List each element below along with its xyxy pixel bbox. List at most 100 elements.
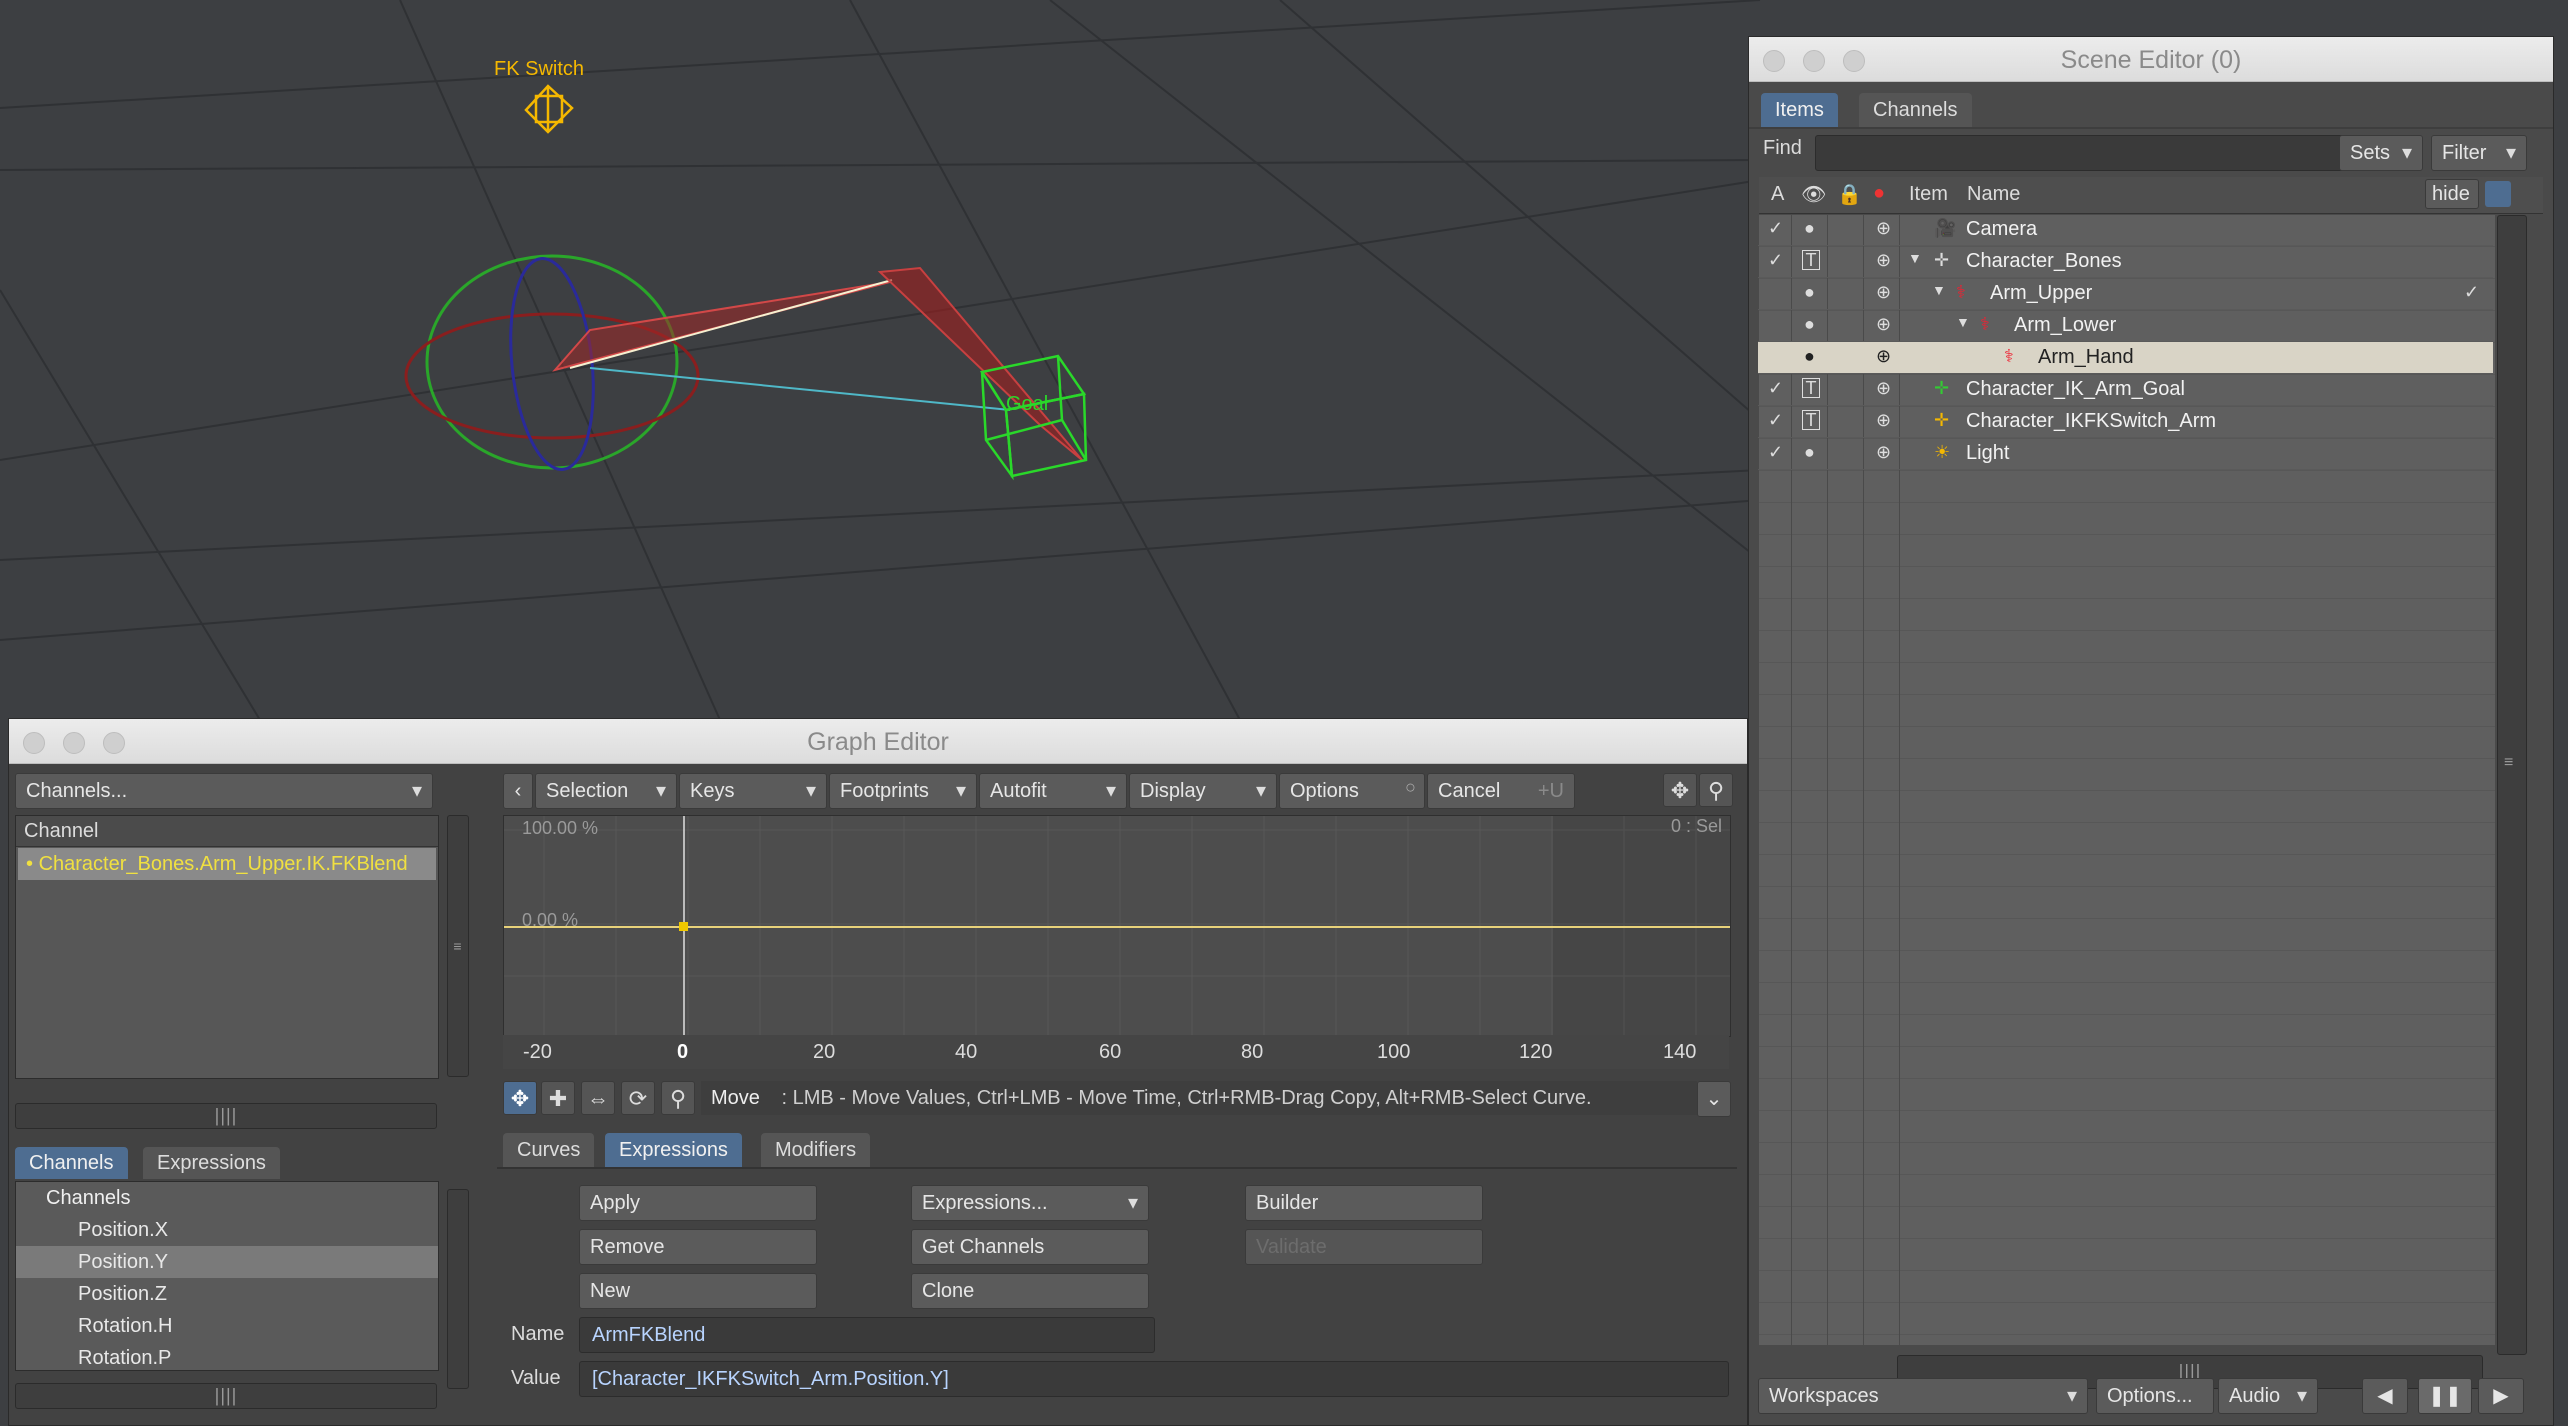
channels-tree[interactable]: Channels Position.X Position.Y Position.… <box>15 1181 439 1371</box>
pause-icon[interactable]: ❚❚ <box>2418 1378 2472 1414</box>
validate-button[interactable]: Validate <box>1245 1229 1483 1265</box>
visibility-icon[interactable]: T <box>1802 410 1820 430</box>
graph-editor-titlebar[interactable]: Graph Editor <box>9 719 1747 764</box>
hide-button[interactable]: hide <box>2425 179 2479 209</box>
active-check-icon[interactable]: ✓ <box>1768 378 1783 399</box>
list-item[interactable]: ● ⊕ ▼ ⚕ Arm_Upper ✓ <box>1758 278 2493 310</box>
tab-expressions[interactable]: Expressions <box>143 1147 280 1179</box>
visibility-icon[interactable]: T <box>1802 250 1820 270</box>
display-menu[interactable]: Display <box>1129 773 1277 809</box>
selection-menu[interactable]: Selection <box>535 773 677 809</box>
zoom-icon[interactable]: ⚲ <box>1699 773 1733 807</box>
col-name-header[interactable]: Name <box>1967 183 2020 206</box>
apply-button[interactable]: Apply <box>579 1185 817 1221</box>
remove-button[interactable]: Remove <box>579 1229 817 1265</box>
list-item[interactable]: ✓ ● ⊕ ☀ Light <box>1758 438 2493 470</box>
col-active-header[interactable]: A <box>1771 183 1784 206</box>
active-check-icon[interactable]: ✓ <box>1768 410 1783 431</box>
scroll-grip-icon[interactable]: ≡ <box>2504 755 2513 771</box>
channel-bin-hscroll[interactable]: |||| <box>15 1103 437 1129</box>
tab-channels[interactable]: Channels <box>15 1147 128 1179</box>
scroll-grip-icon[interactable]: ≡ <box>453 938 462 954</box>
scene-list-vscroll[interactable]: ≡ <box>2497 215 2527 1355</box>
channels-tree-vscroll[interactable] <box>447 1189 469 1389</box>
expressions-dropdown[interactable]: Expressions... <box>911 1185 1149 1221</box>
footprints-menu[interactable]: Footprints <box>829 773 977 809</box>
tab-items[interactable]: Items <box>1761 93 1838 127</box>
scene-editor-titlebar[interactable]: Scene Editor (0) <box>1749 37 2553 82</box>
tab-curves[interactable]: Curves <box>503 1133 595 1167</box>
target-icon[interactable]: ⊕ <box>1876 282 1891 303</box>
color-icon[interactable]: ● <box>1873 182 1885 205</box>
play-reverse-icon[interactable]: ◀ <box>2362 1378 2408 1414</box>
visibility-icon[interactable]: ● <box>1804 218 1815 239</box>
eye-icon[interactable]: 👁 <box>1801 182 1826 207</box>
list-item[interactable]: Rotation.H <box>16 1310 438 1342</box>
tab-modifiers[interactable]: Modifiers <box>761 1133 871 1167</box>
workspaces-dropdown[interactable]: Workspaces <box>1758 1378 2088 1414</box>
sets-dropdown[interactable]: Sets <box>2339 135 2423 171</box>
visibility-icon[interactable]: ● <box>1804 314 1815 335</box>
new-button[interactable]: New <box>579 1273 817 1309</box>
stretch-icon[interactable]: ⇔ <box>581 1081 615 1115</box>
target-icon[interactable]: ⊕ <box>1876 346 1891 367</box>
expand-arrow-icon[interactable]: ▼ <box>1908 250 1922 266</box>
keys-menu[interactable]: Keys <box>679 773 827 809</box>
lock-icon[interactable]: 🔒 <box>1837 182 1862 207</box>
layout-toggle-icon[interactable] <box>2485 181 2511 207</box>
cancel-button[interactable]: Cancel +U <box>1427 773 1575 809</box>
expand-arrow-icon[interactable]: ▼ <box>1932 282 1946 298</box>
channels-tree-hscroll[interactable]: |||| <box>15 1383 437 1409</box>
options-button[interactable]: Options... <box>2096 1378 2214 1414</box>
hscroll-grip-icon[interactable]: |||| <box>215 1106 238 1127</box>
move-tool-icon[interactable]: ✥ <box>503 1081 537 1115</box>
expression-value-input[interactable] <box>579 1361 1729 1397</box>
expression-name-input[interactable] <box>579 1317 1155 1353</box>
channel-bin-vscroll[interactable]: ≡ <box>447 815 469 1077</box>
visibility-icon[interactable]: ● <box>1804 442 1815 463</box>
find-input[interactable] <box>1815 135 2381 171</box>
channel-item[interactable]: • Character_Bones.Arm_Upper.IK.FKBlend <box>18 848 436 880</box>
target-icon[interactable]: ⊕ <box>1876 442 1891 463</box>
graph-canvas[interactable] <box>504 816 1730 1036</box>
zoom-tool-icon[interactable]: ⚲ <box>661 1081 695 1115</box>
get-channels-button[interactable]: Get Channels <box>911 1229 1149 1265</box>
channel-bin[interactable]: Channel • Character_Bones.Arm_Upper.IK.F… <box>15 815 439 1079</box>
list-item[interactable]: ● ⊕ ⚕ Arm_Hand <box>1758 342 2493 374</box>
filter-dropdown[interactable]: Filter <box>2431 135 2527 171</box>
builder-button[interactable]: Builder <box>1245 1185 1483 1221</box>
col-item-header[interactable]: Item <box>1909 183 1948 206</box>
list-item[interactable]: Rotation.P <box>16 1342 438 1370</box>
visibility-icon[interactable]: ● <box>1804 346 1815 367</box>
add-key-icon[interactable]: ✚ <box>541 1081 575 1115</box>
list-item[interactable]: ✓ T ⊕ ✛ Character_IKFKSwitch_Arm <box>1758 406 2493 438</box>
expand-arrow-icon[interactable]: ▼ <box>1956 314 1970 330</box>
target-icon[interactable]: ⊕ <box>1876 250 1891 271</box>
target-icon[interactable]: ⊕ <box>1876 378 1891 399</box>
list-item[interactable]: ✓ T ⊕ ✛ Character_IK_Arm_Goal <box>1758 374 2493 406</box>
active-check-icon[interactable]: ✓ <box>1768 442 1783 463</box>
visibility-icon[interactable]: ● <box>1804 282 1815 303</box>
visibility-icon[interactable]: T <box>1802 378 1820 398</box>
play-icon[interactable]: ▶ <box>2478 1378 2524 1414</box>
list-item[interactable]: ● ⊕ ▼ ⚕ Arm_Lower <box>1758 310 2493 342</box>
back-arrow-icon[interactable]: ‹ <box>503 773 533 809</box>
list-item[interactable]: Position.Z <box>16 1278 438 1310</box>
audio-dropdown[interactable]: Audio <box>2218 1378 2318 1414</box>
list-item[interactable]: ✓ ● ⊕ 🎥 Camera <box>1758 214 2493 246</box>
list-item[interactable]: Position.Y <box>16 1246 438 1278</box>
rotate-icon[interactable]: ⟳ <box>621 1081 655 1115</box>
time-ruler[interactable]: -20 0 20 40 60 80 100 120 140 <box>503 1035 1729 1069</box>
list-item[interactable]: Position.X <box>16 1214 438 1246</box>
target-icon[interactable]: ⊕ <box>1876 410 1891 431</box>
autofit-menu[interactable]: Autofit <box>979 773 1127 809</box>
hscroll-grip-icon[interactable]: |||| <box>215 1386 238 1407</box>
target-icon[interactable]: ⊕ <box>1876 314 1891 335</box>
pan-icon[interactable]: ✥ <box>1663 773 1697 807</box>
options-menu[interactable]: Options <box>1279 773 1425 809</box>
chevron-down-icon[interactable]: ⌄ <box>1697 1081 1731 1117</box>
tab-expressions-editor[interactable]: Expressions <box>605 1133 742 1167</box>
list-item[interactable]: ✓ T ⊕ ▼ ✛ Character_Bones <box>1758 246 2493 278</box>
channels-dropdown[interactable]: Channels... <box>15 773 433 809</box>
tab-channels[interactable]: Channels <box>1859 93 1972 127</box>
